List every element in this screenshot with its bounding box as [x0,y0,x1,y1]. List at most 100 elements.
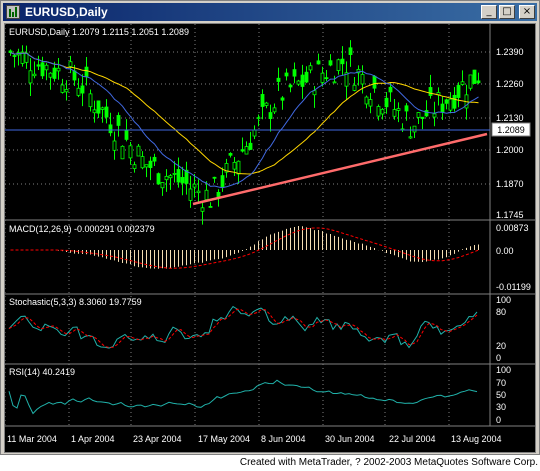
date-label: 17 May 2004 [198,434,250,444]
candle-body [312,90,317,96]
price-tick: 1.2000 [496,145,524,155]
candle-body [212,176,217,179]
price-tick: 1.1745 [496,210,524,220]
stochastic-signal-line [8,308,478,349]
candle-body [396,108,401,111]
candle-body [76,87,81,96]
candle-body [220,175,225,187]
chart-icon [6,5,20,19]
candle-body [372,75,377,89]
date-label: 23 Apr 2004 [133,434,182,444]
candle-body [456,85,461,98]
candle-body [360,73,365,85]
candle-body [444,99,449,104]
candle-body [8,50,13,53]
candle-body [304,71,309,83]
macd-tick: -0.01199 [496,282,531,292]
candle-body [32,73,37,77]
stoch-tick: 0 [496,353,501,363]
candle-body [104,106,109,118]
candle-body [200,207,205,212]
stochastic-main-line [8,305,478,349]
candle-body [152,156,157,162]
candle-body [88,93,93,108]
candle-body [440,103,445,113]
candle-body [368,99,373,107]
candle-body [168,175,173,179]
candle-body [316,60,321,65]
candle-body [380,108,385,115]
candle-body [404,105,409,112]
candle-body [328,60,333,66]
candle-body [348,47,353,56]
moving-averages [10,52,479,189]
candle-body [288,84,293,88]
ma-slow-line [10,52,479,175]
rsi-tick: 50 [496,390,506,400]
minimize-button[interactable]: _ [481,5,497,19]
chart-svg[interactable]: 1.2089 EURUSD,Daily 1.2079 1.2115 1.2051… [5,24,535,452]
date-label: 8 Jun 2004 [261,434,306,444]
candle-body [216,191,221,198]
price-tick: 1.2390 [496,47,524,57]
candle-body [12,55,17,57]
candle-body [332,81,337,84]
candle-body [460,81,465,85]
candle-body [128,145,133,159]
candle-body [244,146,249,155]
candle-body [40,62,45,77]
candle-body [296,80,301,85]
price-tick: 1.2130 [496,113,524,123]
candle-body [388,86,393,93]
candle-body [148,160,153,169]
macd-tick: 0.00 [496,246,514,256]
candle-body [44,64,49,71]
oscillators [8,305,478,415]
candle-body [48,72,53,78]
candle-body [236,160,241,175]
candle-body [196,190,201,194]
chart-area[interactable]: 1.2089 EURUSD,Daily 1.2079 1.2115 1.2051… [4,23,536,453]
date-label: 1 Apr 2004 [71,434,115,444]
candle-body [292,69,297,77]
candle-body [172,172,177,175]
candle-body [84,66,89,78]
candle-body [136,145,141,157]
title-bar[interactable]: EURUSD,Daily _ □ × [3,3,537,21]
date-label: 13 Aug 2004 [451,434,502,444]
candle-body [160,182,165,189]
candle-body [284,72,289,77]
stoch-tick: 80 [496,307,506,317]
candle-body [188,188,193,201]
main-header: EURUSD,Daily 1.2079 1.2115 1.2051 1.2089 [9,27,189,37]
candle-body [448,98,453,111]
candle-body [276,77,281,82]
price-label: 1.2089 [497,125,525,135]
candle-body [324,77,329,80]
close-button[interactable]: × [519,5,535,19]
candle-body [140,156,145,169]
candle-body [428,87,433,96]
macd-header: MACD(12,26,9) -0.000291 0.002379 [9,224,155,234]
candle-body [228,153,233,156]
date-label: 11 Mar 2004 [7,434,57,444]
price-tick: 1.1870 [496,179,524,189]
stochastic-header: Stochastic(5,3,3) 8.3060 19.7759 [9,297,142,307]
candle-body [408,136,413,139]
candle-body [336,59,341,71]
candle-body [36,64,41,67]
candle-body [56,67,61,72]
candle-body [108,124,113,134]
candle-body [156,173,161,185]
candle-body [248,142,253,150]
macd-tick: 0.00873 [496,223,529,233]
candle-body [392,109,397,117]
candle-body [364,96,369,105]
candle-body [468,74,473,89]
candle-body [72,70,77,81]
chart-window: EURUSD,Daily _ □ × 1.2089 EURUSD,Daily 1… [0,0,540,455]
maximize-button[interactable]: □ [499,5,515,19]
stoch-tick: 20 [496,341,506,351]
candle-body [176,169,181,183]
candle-body [80,85,85,94]
